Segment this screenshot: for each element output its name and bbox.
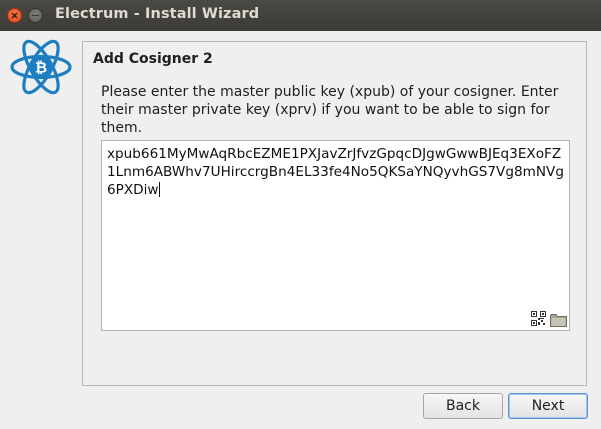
minimize-icon[interactable] (28, 8, 43, 23)
back-button[interactable]: Back (423, 393, 503, 419)
master-key-input[interactable]: xpub661MyMwAqRbcEZME1PXJavZrJfvzGpqcDJgw… (101, 140, 570, 331)
wizard-panel: Add Cosigner 2 Please enter the master p… (82, 41, 587, 386)
next-button[interactable]: Next (508, 393, 588, 419)
title-bar[interactable]: Electrum - Install Wizard (0, 0, 601, 31)
electrum-logo: ₿ (9, 38, 74, 98)
close-icon[interactable] (7, 8, 22, 23)
svg-text:₿: ₿ (35, 59, 47, 77)
master-key-text: xpub661MyMwAqRbcEZME1PXJavZrJfvzGpqcDJgw… (107, 146, 564, 198)
folder-icon[interactable] (550, 312, 567, 327)
master-key-value: xpub661MyMwAqRbcEZME1PXJavZrJfvzGpqcDJgw… (107, 145, 567, 199)
page-title: Add Cosigner 2 (93, 51, 213, 67)
window-title: Electrum - Install Wizard (55, 6, 260, 22)
install-wizard-window: Electrum - Install Wizard ₿ Add Cosigner… (0, 0, 601, 429)
qr-code-icon[interactable] (531, 311, 546, 326)
text-caret (158, 182, 160, 197)
instructions-text: Please enter the master public key (xpub… (101, 84, 559, 136)
